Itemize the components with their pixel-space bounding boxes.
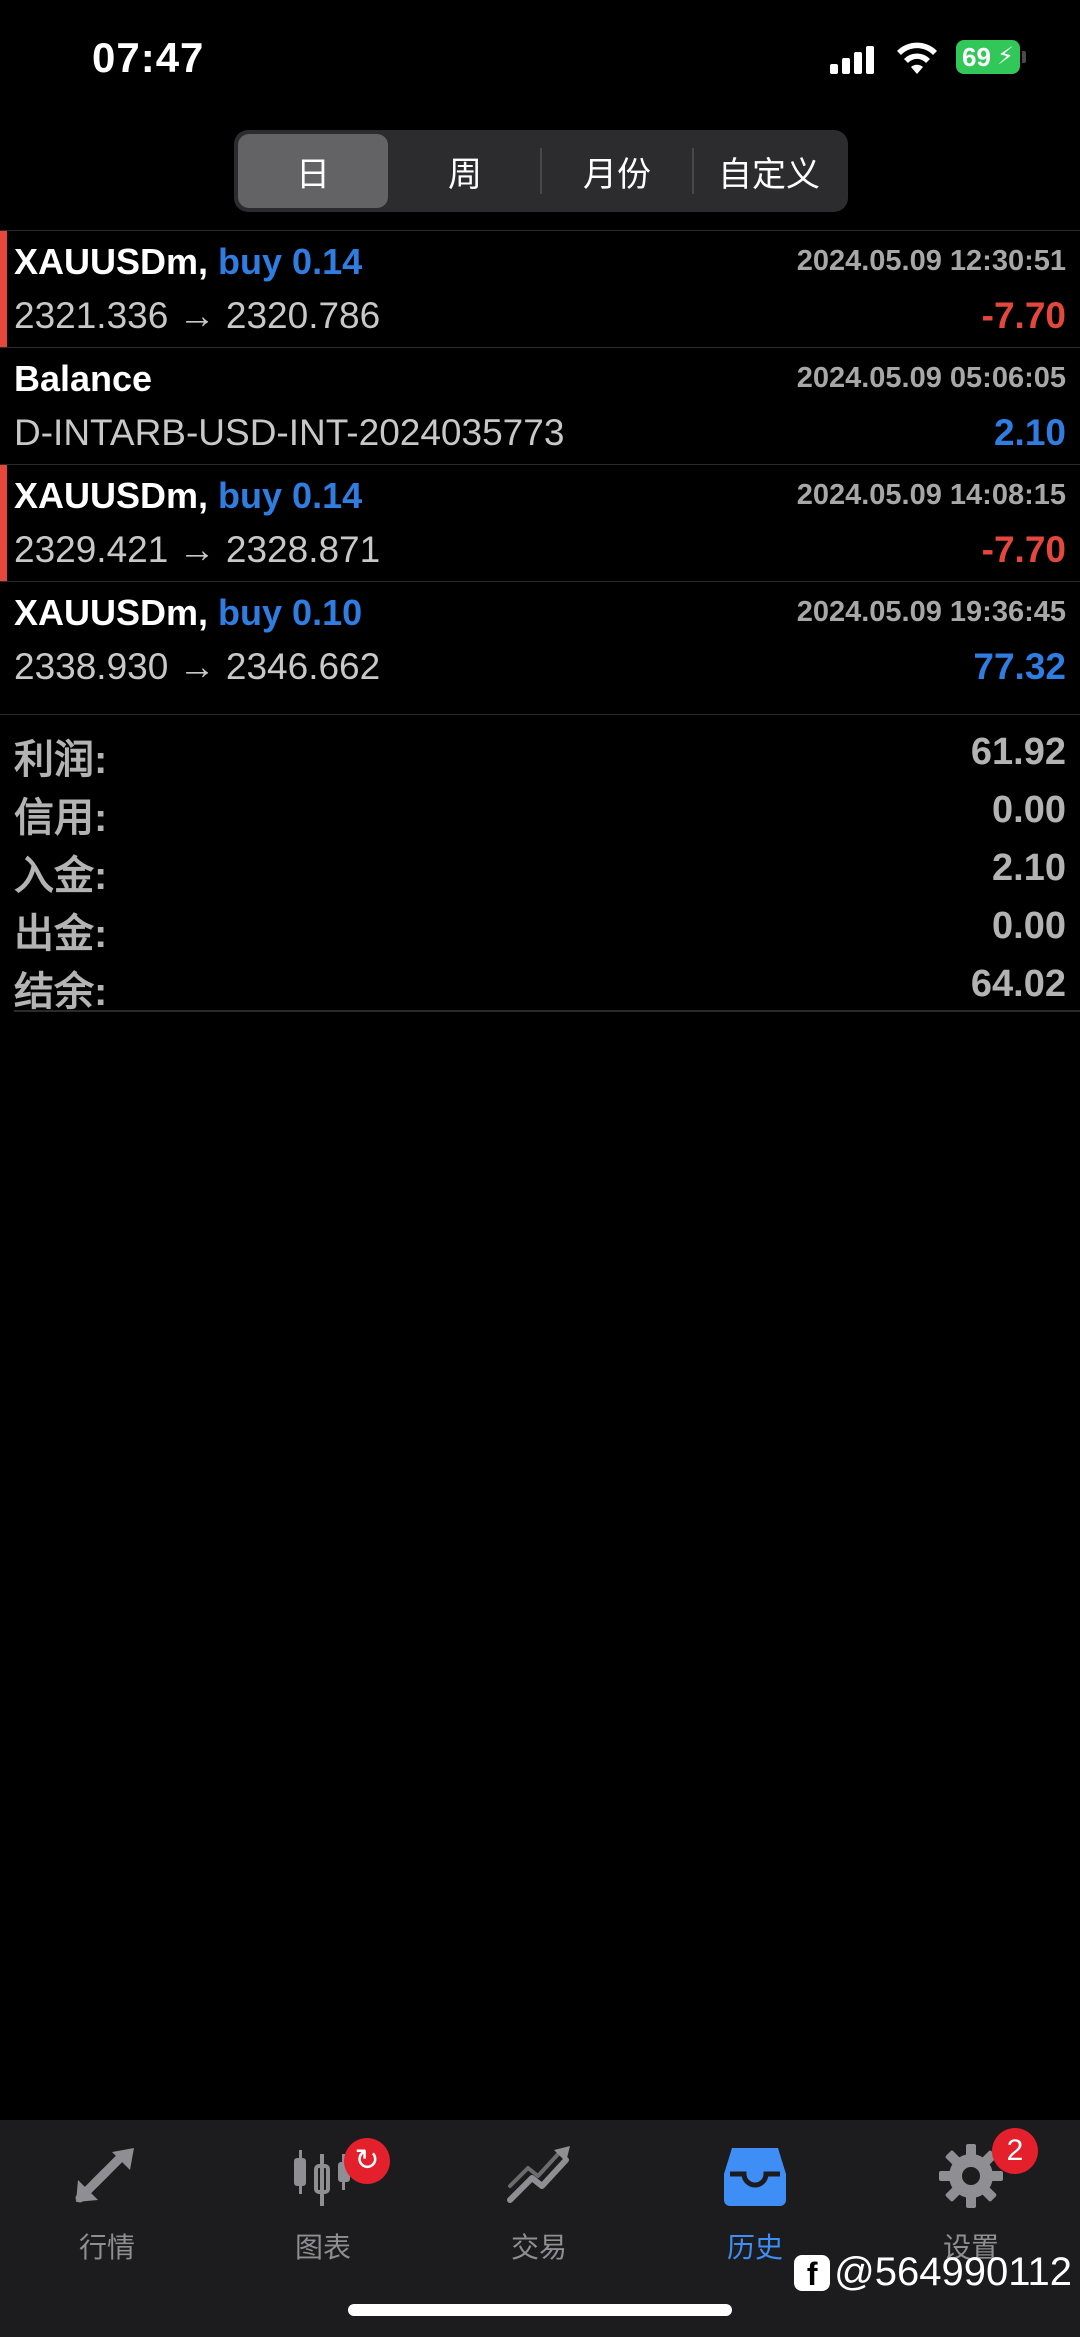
wifi-icon — [897, 42, 937, 74]
row-comment: D-INTARB-USD-INT-2024035773 — [14, 412, 565, 453]
facebook-logo-icon: f — [794, 2254, 831, 2292]
history-row[interactable]: XAUUSDm, buy 0.14 2024.05.09 12:30:51 23… — [0, 230, 1080, 347]
nav-label: 交易 — [510, 2232, 567, 2263]
summary-value: 61.92 — [970, 731, 1066, 773]
summary-label: 入金: — [14, 854, 108, 898]
row-profit: -7.70 — [981, 295, 1066, 336]
summary-row-withdrawal: 出金: 0.00 — [0, 901, 1080, 959]
row-symbol: Balance — [14, 358, 153, 399]
settings-badge: 2 — [992, 2128, 1038, 2174]
battery-level: 69 — [962, 42, 991, 72]
summary-label: 出金: — [14, 912, 108, 956]
loss-marker — [0, 231, 7, 347]
tab-day[interactable]: 日 — [238, 134, 388, 208]
nav-quotes[interactable]: 行情 — [27, 2136, 187, 2263]
summary-row-deposit: 入金: 2.10 — [0, 843, 1080, 901]
row-side: buy 0.14 — [218, 241, 363, 282]
tab-month[interactable]: 月份 — [542, 134, 692, 208]
row-profit: -7.70 — [981, 529, 1066, 570]
row-prices: 2321.336 → 2320.786 — [14, 295, 381, 336]
history-row[interactable]: Balance 2024.05.09 05:06:05 D-INTARB-USD… — [0, 347, 1080, 464]
nav-chart[interactable]: ↻ 图表 — [243, 2136, 403, 2263]
history-row[interactable]: XAUUSDm, buy 0.10 2024.05.09 19:36:45 23… — [0, 581, 1080, 698]
row-profit: 2.10 — [993, 412, 1066, 453]
status-bar: 07:47 69 ⚡ — [0, 0, 1080, 120]
summary-label: 利润: — [14, 738, 108, 782]
summary-value: 0.00 — [992, 789, 1066, 831]
row-prices: 2329.421 → 2328.871 — [14, 529, 381, 570]
row-timestamp: 2024.05.09 19:36:45 — [796, 596, 1066, 628]
summary-value: 2.10 — [992, 847, 1066, 889]
nav-label: 图表 — [294, 2232, 351, 2263]
row-timestamp: 2024.05.09 12:30:51 — [796, 245, 1066, 277]
summary-row-credit: 信用: 0.00 — [0, 785, 1080, 843]
tab-week[interactable]: 周 — [390, 134, 540, 208]
row-symbol: XAUUSDm, — [14, 592, 209, 633]
home-indicator[interactable] — [348, 2304, 732, 2316]
history-inbox-icon — [724, 2148, 786, 2206]
loss-marker — [0, 465, 7, 581]
summary-row-balance: 结余: 64.02 — [0, 959, 1080, 1017]
summary-row-profit: 利润: 61.92 — [0, 727, 1080, 785]
summary-label: 信用: — [14, 796, 108, 840]
tab-custom[interactable]: 自定义 — [694, 134, 844, 208]
history-row[interactable]: XAUUSDm, buy 0.14 2024.05.09 14:08:15 23… — [0, 464, 1080, 581]
row-side: buy 0.10 — [218, 592, 363, 633]
period-segmented-control: 日 周 月份 自定义 — [234, 130, 848, 212]
row-timestamp: 2024.05.09 05:06:05 — [796, 362, 1066, 394]
account-summary: 利润: 61.92 信用: 0.00 入金: 2.10 出金: 0.00 结余:… — [0, 714, 1080, 1017]
row-symbol: XAUUSDm, — [14, 241, 209, 282]
row-timestamp: 2024.05.09 14:08:15 — [796, 479, 1066, 511]
summary-value: 0.00 — [992, 905, 1066, 947]
row-symbol: XAUUSDm, — [14, 475, 209, 516]
summary-value: 64.02 — [970, 963, 1066, 1005]
battery-indicator: 69 ⚡ — [956, 40, 1026, 74]
row-profit: 77.32 — [973, 646, 1066, 687]
quotes-arrows-icon — [75, 2148, 134, 2203]
watermark-text: @564990112 — [834, 2250, 1072, 2294]
trade-trend-icon — [507, 2146, 570, 2203]
status-time: 07:47 — [92, 34, 205, 81]
nav-history[interactable]: 历史 — [675, 2136, 835, 2263]
watermark: f @564990112 — [794, 2250, 1072, 2295]
nav-settings[interactable]: 2 设置 — [891, 2128, 1051, 2263]
history-list: XAUUSDm, buy 0.14 2024.05.09 12:30:51 23… — [0, 230, 1080, 698]
charging-bolt-icon: ⚡ — [997, 43, 1014, 70]
summary-label: 结余: — [14, 970, 108, 1014]
row-side: buy 0.14 — [218, 475, 363, 516]
row-prices: 2338.930 → 2346.662 — [14, 646, 381, 687]
refresh-icon: ↻ — [344, 2138, 390, 2184]
cellular-signal-icon — [830, 44, 878, 74]
nav-label: 行情 — [78, 2232, 135, 2263]
summary-divider — [14, 1010, 1080, 1012]
nav-trade[interactable]: 交易 — [459, 2136, 619, 2263]
